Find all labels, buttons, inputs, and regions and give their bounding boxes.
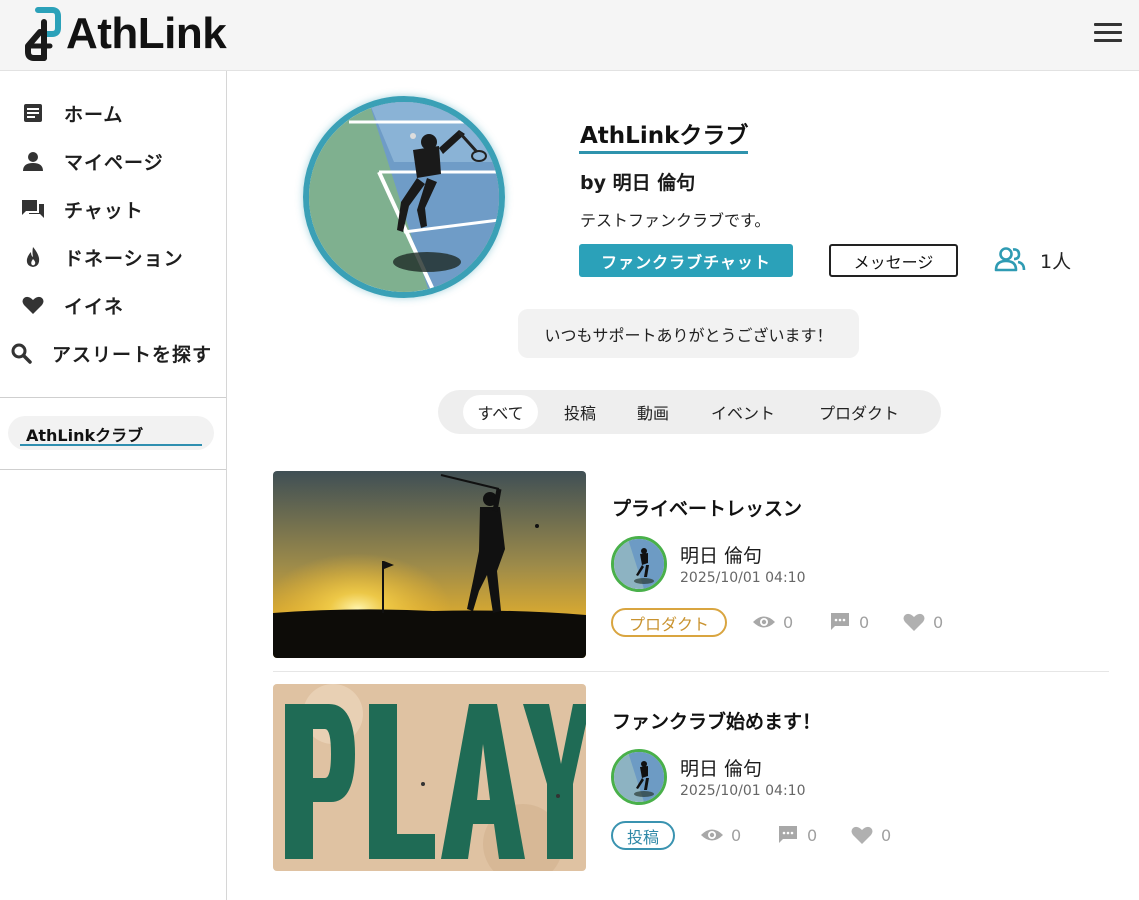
sidebar-club-link[interactable]: AthLinkクラブ	[8, 416, 214, 450]
sidebar-item-home[interactable]: ホーム	[0, 93, 226, 133]
sidebar-item-donation[interactable]: ドネーション	[0, 237, 226, 277]
sidebar-item-search-athletes[interactable]: アスリートを探す	[0, 333, 226, 373]
author-avatar-image	[614, 539, 664, 589]
post-author: 明日 倫句	[680, 545, 763, 567]
post-date: 2025/10/01 04:10	[680, 570, 806, 586]
sidebar-item-label: ドネーション	[64, 247, 184, 270]
club-avatar	[303, 96, 505, 298]
comment-icon	[776, 823, 800, 847]
comment-count: 0	[776, 823, 817, 847]
post-title[interactable]: プライベートレッスン	[612, 494, 802, 521]
golfer-sunset-image	[273, 471, 586, 658]
comment-count-value: 0	[807, 825, 818, 845]
like-count-value: 0	[933, 612, 944, 632]
post-title[interactable]: ファンクラブ始めます！	[612, 707, 821, 734]
tennis-player-image	[309, 102, 499, 292]
sidebar-club-label: AthLinkクラブ	[26, 426, 144, 445]
like-count[interactable]: 0	[902, 610, 943, 634]
member-count: 1人	[1040, 251, 1072, 273]
club-description: テストファンクラブです。	[580, 211, 771, 230]
view-count: 0	[752, 610, 793, 634]
post-author: 明日 倫句	[680, 758, 763, 780]
category-tag-post[interactable]: 投稿	[611, 821, 675, 850]
top-header: AthLink	[0, 0, 1139, 71]
sidebar-divider	[0, 397, 226, 398]
heart-icon	[21, 293, 45, 317]
tab-posts[interactable]: 投稿	[550, 395, 610, 429]
heart-icon	[902, 610, 926, 634]
view-count: 0	[700, 823, 741, 847]
author-avatar[interactable]	[611, 536, 667, 592]
eye-icon	[752, 610, 776, 634]
category-tag-product[interactable]: プロダクト	[611, 608, 727, 637]
fanclub-chat-button[interactable]: ファンクラブチャット	[579, 244, 793, 277]
sidebar-item-mypage[interactable]: マイページ	[0, 141, 226, 181]
tab-all[interactable]: すべて	[463, 395, 538, 429]
chat-icon	[21, 197, 45, 221]
comment-icon	[828, 610, 852, 634]
person-icon	[21, 149, 45, 173]
sidebar: ホーム マイページ チャット ドネーション イイネ アスリートを探す AthLi…	[0, 71, 227, 900]
athlink-logo[interactable]: AthLink	[20, 6, 227, 62]
comment-count-value: 0	[859, 612, 870, 632]
like-count[interactable]: 0	[850, 823, 891, 847]
sidebar-divider	[0, 469, 226, 470]
sidebar-item-likes[interactable]: イイネ	[0, 285, 226, 325]
sidebar-item-label: ホーム	[64, 103, 124, 126]
sidebar-item-chat[interactable]: チャット	[0, 189, 226, 229]
post-thumbnail[interactable]	[273, 471, 586, 658]
members-icon	[994, 247, 1026, 272]
post-date: 2025/10/01 04:10	[680, 783, 806, 799]
flame-icon	[21, 245, 45, 269]
eye-icon	[700, 823, 724, 847]
view-count-value: 0	[731, 825, 742, 845]
club-title-underline	[579, 151, 748, 154]
hamburger-menu-icon[interactable]	[1092, 21, 1124, 45]
article-icon	[21, 101, 45, 125]
club-underline	[20, 444, 202, 446]
view-count-value: 0	[783, 612, 794, 632]
sidebar-item-label: イイネ	[64, 295, 125, 318]
club-owner[interactable]: by 明日 倫句	[580, 168, 695, 195]
play-sign-image	[273, 684, 586, 871]
content-filter-tabs: すべて 投稿 動画 イベント プロダクト	[438, 390, 941, 434]
search-icon	[9, 341, 33, 365]
author-avatar-image	[614, 752, 664, 802]
sidebar-item-label: アスリートを探す	[52, 343, 213, 366]
tab-events[interactable]: イベント	[698, 395, 788, 429]
message-button[interactable]: メッセージ	[829, 244, 958, 277]
heart-icon	[850, 823, 874, 847]
sidebar-item-label: マイページ	[64, 151, 164, 174]
logo-chain-icon	[25, 7, 61, 61]
tab-products[interactable]: プロダクト	[806, 395, 912, 429]
welcome-message-bubble: いつもサポートありがとうございます！	[518, 309, 859, 358]
post-divider	[273, 671, 1109, 672]
logo-text: AthLink	[66, 9, 227, 58]
tab-videos[interactable]: 動画	[623, 395, 683, 429]
author-avatar[interactable]	[611, 749, 667, 805]
like-count-value: 0	[881, 825, 892, 845]
comment-count: 0	[828, 610, 869, 634]
club-title: AthLinkクラブ	[580, 123, 749, 149]
post-thumbnail[interactable]	[273, 684, 586, 871]
sidebar-item-label: チャット	[64, 199, 144, 222]
